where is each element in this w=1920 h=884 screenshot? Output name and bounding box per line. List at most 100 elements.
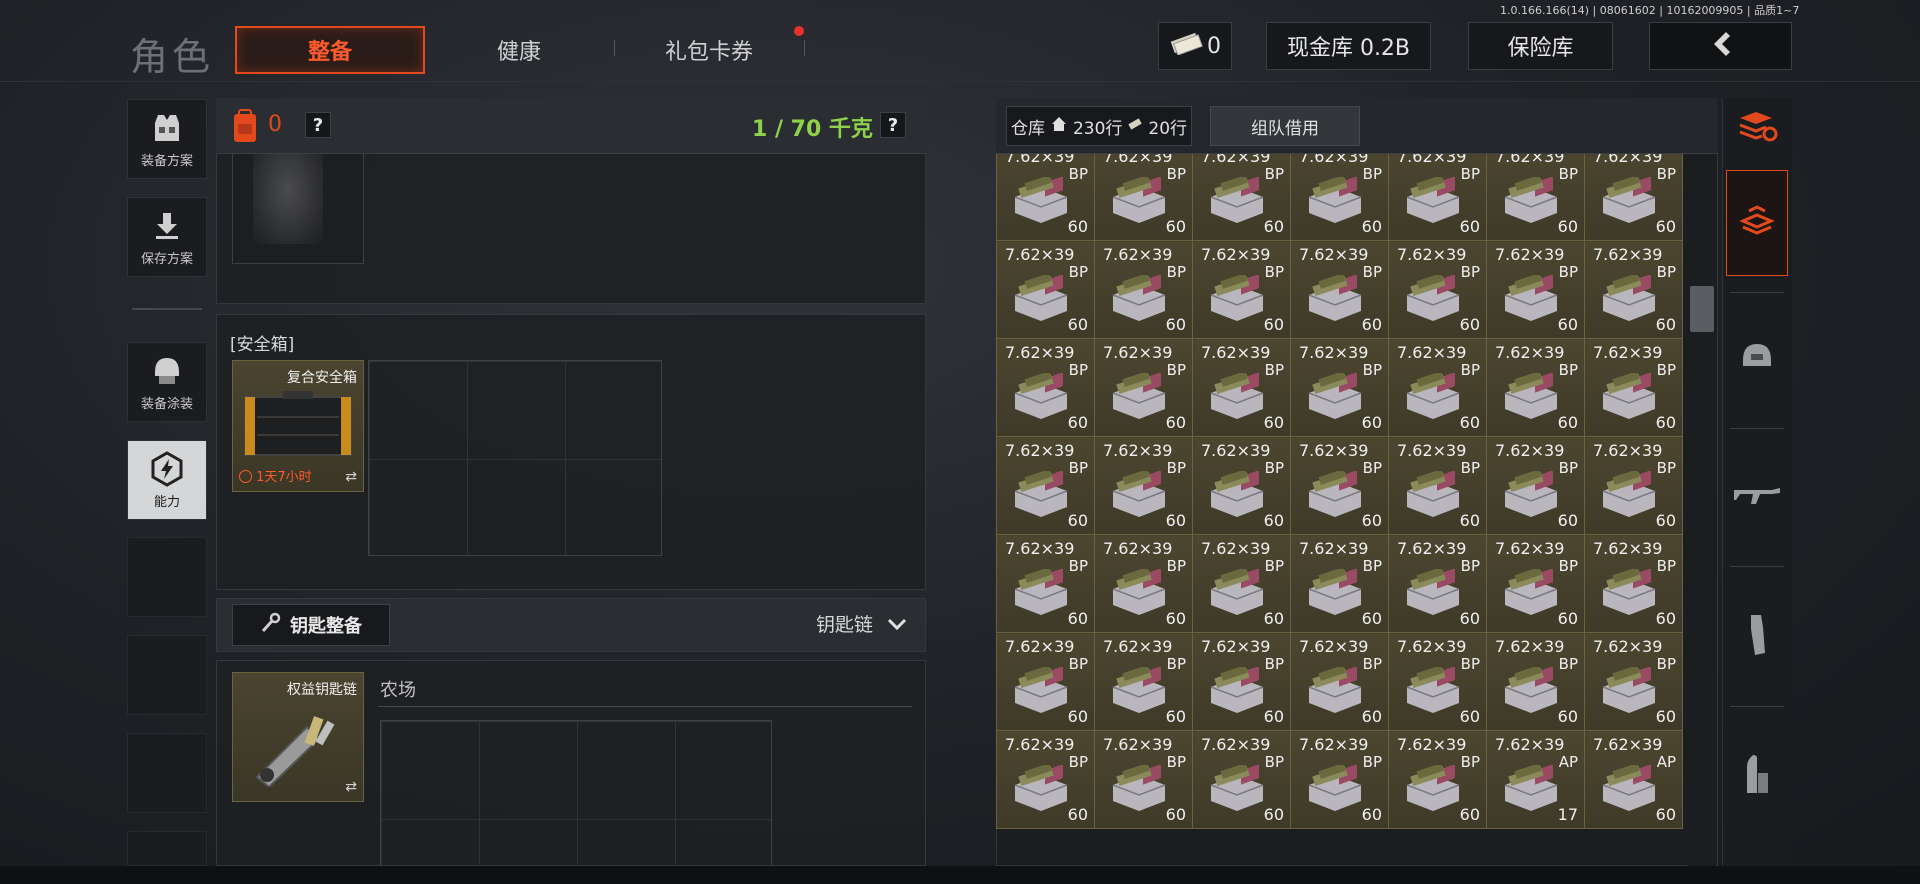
ammo-item[interactable]: 7.62×39 BP 60 [1192,730,1291,829]
ammo-item[interactable]: 7.62×39 BP 60 [996,534,1095,633]
ammo-item[interactable]: 7.62×39 BP 60 [1584,534,1683,633]
ammo-item[interactable]: 7.62×39 BP 60 [1388,534,1487,633]
ammo-item[interactable]: 7.62×39 BP 60 [1388,730,1487,829]
team-borrow-tab[interactable]: 组队借用 [1210,106,1360,146]
cash-vault-button[interactable]: 现金库 0.2B [1266,22,1431,70]
weight-help-button[interactable]: ? [880,112,906,138]
ammo-item[interactable]: 7.62×39 BP 60 [996,730,1095,829]
tab-separator [804,40,805,56]
ammo-box-icon [1403,469,1463,521]
ammo-item[interactable]: 7.62×39 BP 60 [1290,154,1389,241]
ammo-box-icon [1501,665,1561,717]
ammo-item[interactable]: 7.62×39 BP 60 [1192,240,1291,339]
ammo-item[interactable]: 7.62×39 AP 60 [1584,730,1683,829]
ammo-item[interactable]: 7.62×39 BP 60 [1486,240,1585,339]
ammo-item[interactable]: 7.62×39 BP 60 [1094,154,1193,241]
filter-all[interactable] [1726,170,1788,276]
gear-preset-button[interactable]: 装备方案 [127,99,207,179]
ammo-item[interactable]: 7.62×39 BP 60 [1290,240,1389,339]
key-gear-button[interactable]: 钥匙整备 [232,604,390,646]
ammo-item[interactable]: 7.62×39 BP 60 [1192,338,1291,437]
ammo-item[interactable]: 7.62×39 BP 60 [1192,534,1291,633]
backpack-help-button[interactable]: ? [305,112,331,138]
ammo-item[interactable]: 7.62×39 BP 60 [1486,632,1585,731]
layers-refresh-icon[interactable] [1736,108,1778,148]
ammo-item[interactable]: 7.62×39 BP 60 [1290,632,1389,731]
ammo-item[interactable]: 7.62×39 AP 17 [1486,730,1585,829]
ammo-box-icon [1207,567,1267,619]
swap-icon[interactable]: ⇄ [345,779,357,795]
safebox-item[interactable]: 复合安全箱 1天7小时 ⇄ [232,360,364,492]
ammo-item[interactable]: 7.62×39 BP 60 [1192,436,1291,535]
keychain-item[interactable]: 权益钥匙链 ⇄ [232,672,364,802]
safe-vault-button[interactable]: 保险库 [1468,22,1613,70]
ammo-grid[interactable]: 7.62×39 BP 60 7.62×39 BP 60 7.62×39 BP 60 7.62×39… [996,154,1684,866]
ammo-item[interactable]: 7.62×39 BP 60 [1584,632,1683,731]
tab-health[interactable]: 健康 [424,26,614,74]
filter-magazines[interactable] [1726,570,1788,704]
ammo-count: 60 [1361,217,1382,236]
ammo-item[interactable]: 7.62×39 BP 60 [1094,436,1193,535]
key-grid[interactable] [380,720,772,866]
ammo-item[interactable]: 7.62×39 BP 60 [1290,534,1389,633]
ammo-type: BP [1558,655,1578,673]
ammo-item[interactable]: 7.62×39 BP 60 [1584,240,1683,339]
filter-ammo[interactable] [1726,710,1788,844]
ammo-item[interactable]: 7.62×39 BP 60 [1388,338,1487,437]
ammo-item[interactable]: 7.62×39 BP 60 [1388,240,1487,339]
ammo-type: BP [1166,655,1186,673]
backpack-item-slot[interactable] [232,154,364,264]
back-button[interactable] [1649,22,1792,70]
ammo-caliber: 7.62×39 [1005,154,1075,166]
ammo-item[interactable]: 7.62×39 BP 60 [1584,436,1683,535]
ammo-item[interactable]: 7.62×39 BP 60 [1094,534,1193,633]
ammo-item[interactable]: 7.62×39 BP 60 [1094,730,1193,829]
tab-gift-cards[interactable]: 礼包卡券 [614,26,804,74]
page-title: 角色 [130,35,215,79]
ammo-item[interactable]: 7.62×39 BP 60 [1192,154,1291,241]
ammo-item[interactable]: 7.62×39 BP 60 [996,154,1095,241]
filter-armor[interactable] [1726,296,1788,422]
ammo-item[interactable]: 7.62×39 BP 60 [1290,730,1389,829]
ammo-item[interactable]: 7.62×39 BP 60 [1094,338,1193,437]
ammo-item[interactable]: 7.62×39 BP 60 [996,338,1095,437]
ammo-item[interactable]: 7.62×39 BP 60 [1388,632,1487,731]
filter-weapons[interactable] [1726,432,1788,562]
ammo-item[interactable]: 7.62×39 BP 60 [1486,338,1585,437]
key-icon [260,612,282,639]
ammo-item[interactable]: 7.62×39 BP 60 [996,240,1095,339]
swap-icon[interactable]: ⇄ [345,469,357,485]
ammo-item[interactable]: 7.62×39 BP 60 [1192,632,1291,731]
ammo-item[interactable]: 7.62×39 BP 60 [1290,436,1389,535]
ammo-item[interactable]: 7.62×39 BP 60 [996,436,1095,535]
save-preset-button[interactable]: 保存方案 [127,197,207,277]
ammo-caliber: 7.62×39 [1005,343,1075,362]
gear-skin-button[interactable]: 装备涂装 [127,342,207,422]
ammo-caliber: 7.62×39 [1397,735,1467,754]
ammo-caliber: 7.62×39 [1103,539,1173,558]
ammo-box-icon [1305,469,1365,521]
ammo-item[interactable]: 7.62×39 BP 60 [1584,154,1683,241]
ammo-item[interactable]: 7.62×39 BP 60 [1094,240,1193,339]
safebox-grid[interactable] [368,360,662,556]
ammo-item[interactable]: 7.62×39 BP 60 [1584,338,1683,437]
ammo-count: 60 [1655,217,1676,236]
ammo-type: BP [1166,557,1186,575]
key-gear-label: 钥匙整备 [290,616,362,637]
ammo-item[interactable]: 7.62×39 BP 60 [1094,632,1193,731]
warehouse-tab[interactable]: 仓库 230行 20行 [1006,106,1192,146]
ability-button[interactable]: 能力 [127,440,207,520]
ammo-item[interactable]: 7.62×39 BP 60 [1388,154,1487,241]
ammo-count: 60 [1557,707,1578,726]
tab-gear[interactable]: 整备 [235,26,425,74]
ammo-item[interactable]: 7.62×39 BP 60 [1486,154,1585,241]
keychain-dropdown[interactable]: 钥匙链 [816,610,907,637]
ammo-item[interactable]: 7.62×39 BP 60 [1486,436,1585,535]
ammo-item[interactable]: 7.62×39 BP 60 [996,632,1095,731]
warehouse-scrollbar[interactable] [1688,154,1716,866]
ammo-item[interactable]: 7.62×39 BP 60 [1290,338,1389,437]
ammo-type: BP [1656,655,1676,673]
ammo-item[interactable]: 7.62×39 BP 60 [1388,436,1487,535]
ammo-item[interactable]: 7.62×39 BP 60 [1486,534,1585,633]
scrollbar-thumb[interactable] [1690,286,1714,332]
